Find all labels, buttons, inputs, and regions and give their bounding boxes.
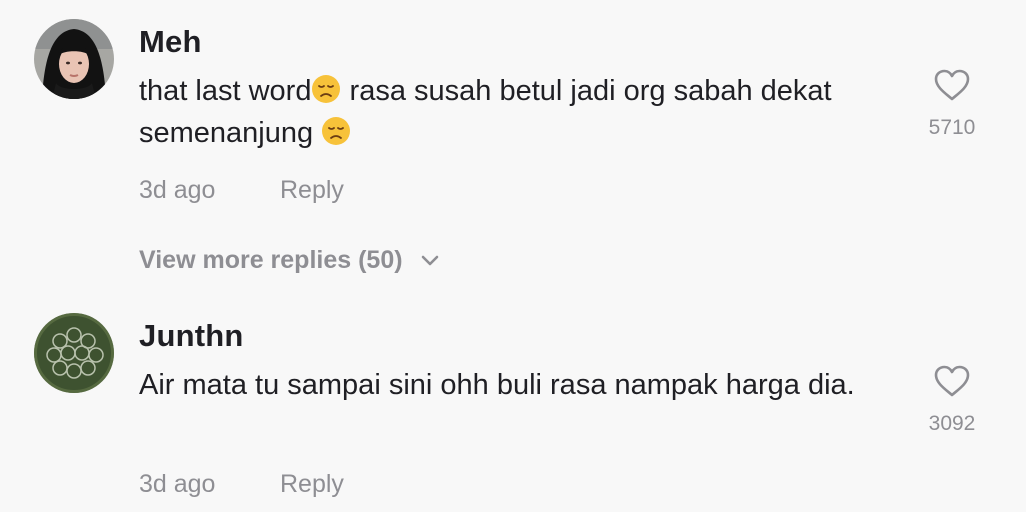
heart-outline-icon[interactable] — [933, 364, 971, 398]
comment-text: Air mata tu sampai sini ohh buli rasa na… — [139, 369, 855, 401]
like-button[interactable]: 5710 — [912, 68, 992, 140]
avatar[interactable] — [34, 19, 114, 99]
disappointed-face-emoji — [311, 74, 341, 104]
reply-button[interactable]: Reply — [280, 176, 344, 205]
like-count: 3092 — [928, 412, 976, 435]
comment-username[interactable]: Junthn — [139, 318, 244, 354]
chevron-down-icon — [421, 256, 438, 266]
comment-meta: 3d ago Reply — [139, 176, 344, 205]
comment-meta: 3d ago Reply — [139, 470, 344, 499]
comment-time: 3d ago — [139, 470, 216, 498]
comment-text-part: that last word — [139, 75, 312, 107]
avatar[interactable] — [34, 313, 114, 393]
like-button[interactable]: 3092 — [912, 364, 992, 436]
view-more-replies-label: View more replies (50) — [139, 246, 403, 274]
comment-time: 3d ago — [139, 176, 216, 204]
comment-username[interactable]: Meh — [139, 24, 202, 60]
like-count: 5710 — [928, 116, 976, 139]
view-more-replies-button[interactable]: View more replies (50) — [139, 246, 440, 275]
reply-button[interactable]: Reply — [280, 470, 344, 499]
comment-list: Meh that last word rasa susah betul jadi… — [0, 0, 1026, 512]
disappointed-face-emoji — [321, 116, 351, 146]
heart-outline-icon[interactable] — [933, 68, 971, 102]
comment-text: that last word rasa susah betul jadi org… — [139, 70, 909, 154]
